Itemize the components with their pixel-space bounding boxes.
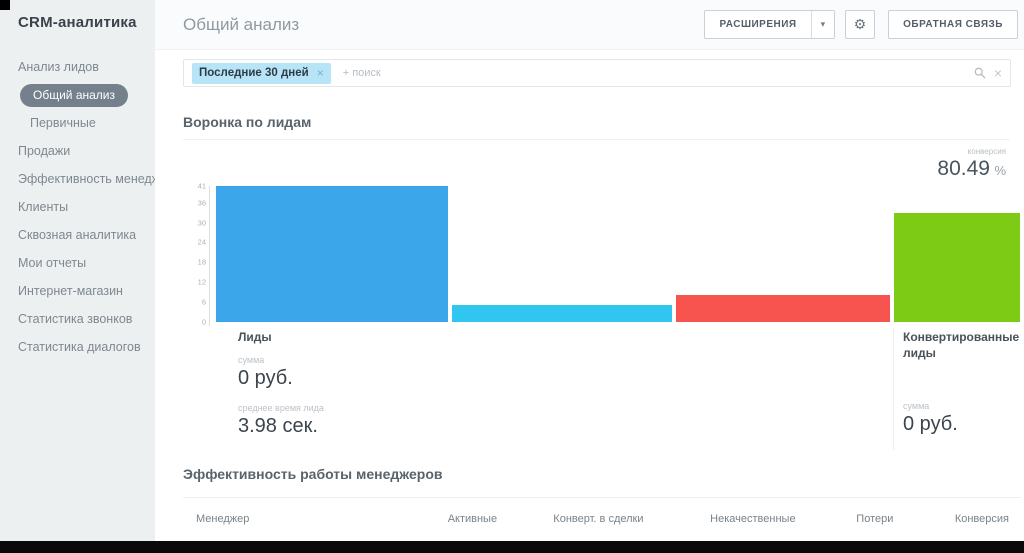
- sidebar-item[interactable]: Интернет-магазин: [0, 277, 155, 305]
- y-axis-tick-label: 12: [198, 278, 206, 287]
- main-content: Общий анализ РАСШИРЕНИЯ ▾ ⚙ ОБРАТНАЯ СВЯ…: [155, 0, 1024, 541]
- sidebar-item[interactable]: Клиенты: [0, 193, 155, 221]
- chart-y-axis: 06121824303641: [191, 186, 209, 322]
- conversion-unit: %: [994, 163, 1006, 178]
- managers-column-header: Потери: [830, 513, 919, 525]
- sidebar-item[interactable]: Мои отчеты: [0, 249, 155, 277]
- leads-avg-label: среднее время лида: [238, 403, 324, 413]
- funnel-chart: 06121824303641: [191, 186, 1024, 322]
- search-icon[interactable]: [974, 67, 986, 79]
- sidebar-item-label: Общий анализ: [20, 84, 128, 107]
- sidebar-item-label: Первичные: [30, 116, 96, 130]
- filter-tag-label: Последние 30 дней: [199, 67, 309, 79]
- sidebar-item-label: Клиенты: [18, 200, 68, 214]
- bottom-black-bar: [0, 541, 1024, 553]
- managers-table-header: МенеджерАктивныеКонверт. в сделкиНекачес…: [183, 505, 1021, 533]
- sidebar-item[interactable]: Продажи: [0, 137, 155, 165]
- leads-stats-title: Лиды: [238, 330, 324, 346]
- sidebar-item[interactable]: Статистика звонков: [0, 305, 155, 333]
- managers-column-header: Конверт. в сделки: [521, 513, 675, 525]
- sidebar-item-label: Сквозная аналитика: [18, 228, 136, 242]
- leads-stats-block: Лиды сумма 0 руб. среднее время лида 3.9…: [238, 330, 324, 451]
- converted-sum-label: сумма: [903, 401, 1021, 411]
- sidebar-title: CRM-аналитика: [0, 14, 155, 31]
- y-axis-tick-label: 36: [198, 198, 206, 207]
- sidebar-item-label: Анализ лидов: [18, 60, 99, 74]
- divider: [183, 139, 1010, 140]
- converted-stats-title: Конвертированные лиды: [903, 330, 1021, 361]
- filter-tag-remove-icon[interactable]: ×: [317, 66, 324, 80]
- funnel-bar[interactable]: [894, 213, 1020, 322]
- chevron-down-icon[interactable]: ▾: [811, 11, 835, 38]
- chart-bars: [216, 186, 1024, 322]
- y-axis-tick-label: 6: [202, 298, 206, 307]
- sidebar-nav: Анализ лидов Общий анализ Первичные Продажи…: [0, 53, 155, 361]
- managers-section-title: Эффективность работы менеджеров: [183, 466, 443, 482]
- managers-column-header: Конверсия: [920, 513, 1009, 525]
- managers-column-header: Менеджер: [196, 513, 424, 525]
- leads-avg-value: 3.98 сек.: [238, 415, 324, 438]
- y-axis-tick-label: 24: [198, 238, 206, 247]
- leads-sum-label: сумма: [238, 355, 324, 365]
- clear-filter-icon[interactable]: ×: [994, 66, 1002, 80]
- managers-column-header: Активные: [424, 513, 522, 525]
- extensions-split-button: РАСШИРЕНИЯ ▾: [704, 10, 835, 39]
- filter-bar[interactable]: Последние 30 дней × + поиск ×: [183, 59, 1011, 87]
- conversion-label: конверсия: [937, 147, 1006, 156]
- funnel-section-title: Воронка по лидам: [183, 114, 311, 130]
- filter-icons: ×: [974, 66, 1002, 80]
- divider: [183, 497, 1021, 498]
- converted-sum-value: 0 руб.: [903, 413, 1021, 436]
- sidebar-item[interactable]: Анализ лидов: [0, 53, 155, 81]
- sidebar-item[interactable]: Сквозная аналитика: [0, 221, 155, 249]
- y-axis-tick-label: 41: [198, 182, 206, 191]
- divider: [893, 328, 894, 450]
- settings-button[interactable]: ⚙: [845, 10, 875, 39]
- search-input[interactable]: + поиск: [343, 67, 974, 79]
- gear-icon: ⚙: [854, 17, 867, 33]
- sidebar-item-label: Статистика звонков: [18, 312, 132, 326]
- converted-stats-block: Конвертированные лиды сумма 0 руб.: [903, 330, 1021, 449]
- filter-tag[interactable]: Последние 30 дней ×: [192, 63, 331, 84]
- sidebar-item-label: Статистика диалогов: [18, 340, 141, 354]
- funnel-bar[interactable]: [676, 295, 890, 322]
- sidebar: CRM-аналитика Анализ лидов Общий анализ Пе…: [0, 0, 155, 541]
- y-axis-tick-label: 30: [198, 218, 206, 227]
- sidebar-item[interactable]: Первичные: [0, 109, 155, 137]
- conversion-value: 80.49: [937, 157, 990, 180]
- funnel-bar[interactable]: [452, 305, 672, 322]
- y-axis-tick-label: 18: [198, 258, 206, 267]
- sidebar-item[interactable]: Эффективность менедж...: [0, 165, 155, 193]
- feedback-button[interactable]: ОБРАТНАЯ СВЯЗЬ: [888, 10, 1018, 39]
- corner-black-square: [0, 0, 10, 10]
- app-window: CRM-аналитика Анализ лидов Общий анализ Пе…: [0, 0, 1024, 553]
- sidebar-item-label: Интернет-магазин: [18, 284, 123, 298]
- y-axis-tick-label: 0: [202, 318, 206, 327]
- chart-axis-line: [209, 186, 210, 326]
- header-actions: РАСШИРЕНИЯ ▾ ⚙ ОБРАТНАЯ СВЯЗЬ: [704, 10, 1018, 39]
- extensions-button[interactable]: РАСШИРЕНИЯ: [705, 11, 810, 38]
- page-title: Общий анализ: [183, 15, 299, 35]
- leads-sum-value: 0 руб.: [238, 367, 324, 390]
- managers-column-header: Некачественные: [676, 513, 830, 525]
- page-header: Общий анализ РАСШИРЕНИЯ ▾ ⚙ ОБРАТНАЯ СВЯ…: [155, 0, 1024, 50]
- conversion-block: конверсия 80.49 %: [937, 147, 1006, 181]
- sidebar-item[interactable]: Статистика диалогов: [0, 333, 155, 361]
- sidebar-item-label: Мои отчеты: [18, 256, 86, 270]
- sidebar-item[interactable]: Общий анализ: [0, 81, 155, 109]
- sidebar-item-label: Продажи: [18, 144, 70, 158]
- sidebar-item-label: Эффективность менедж...: [18, 172, 170, 186]
- funnel-bar[interactable]: [216, 186, 448, 322]
